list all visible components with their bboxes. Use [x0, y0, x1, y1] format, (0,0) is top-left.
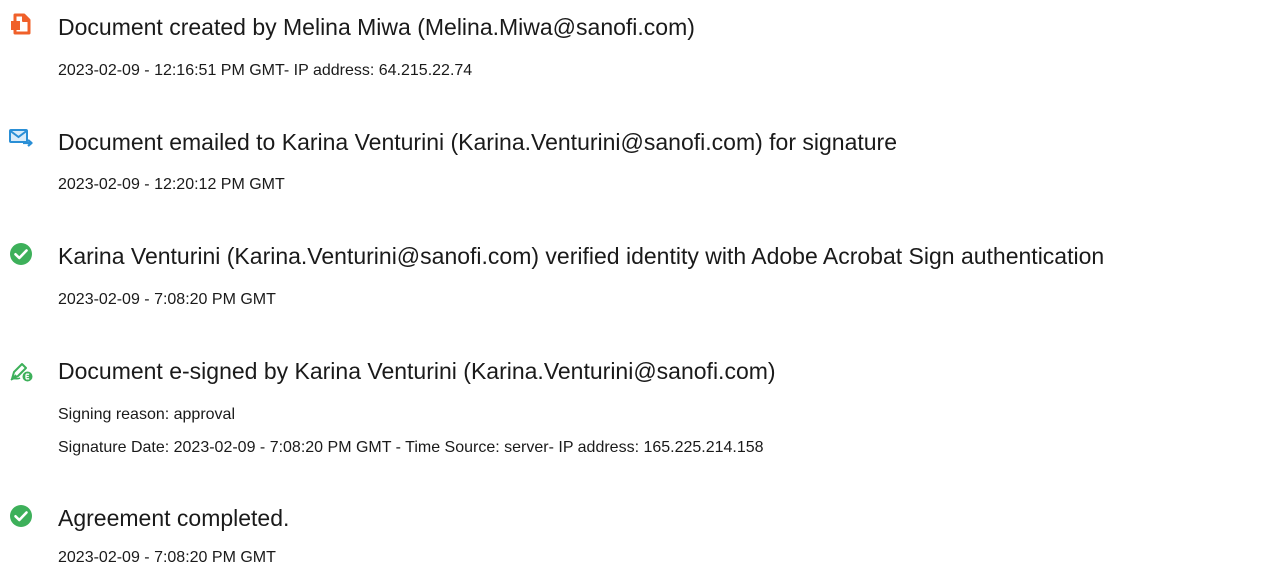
event-signature-date: Signature Date: 2023-02-09 - 7:08:20 PM … — [58, 439, 764, 456]
event-timestamp: 2023-02-09 - 7:08:20 PM GMT — [58, 291, 276, 308]
event-title: Document emailed to Karina Venturini (Ka… — [58, 129, 897, 155]
event-timestamp: 2023-02-09 - 12:20:12 PM GMT — [58, 176, 285, 193]
event-title: Karina Venturini (Karina.Venturini@sanof… — [58, 243, 1105, 269]
audit-event-list: Document created by Melina Miwa (Melina.… — [0, 0, 1282, 569]
document-created-icon — [9, 12, 33, 36]
verified-check-icon — [9, 242, 33, 266]
event-timestamp: 2023-02-09 - 12:16:51 PM GMT- IP address… — [58, 62, 473, 79]
event-title: Agreement completed. — [58, 505, 290, 531]
event-signing-reason: Signing reason: approval — [58, 406, 236, 423]
completed-check-icon — [9, 504, 33, 528]
event-timestamp: 2023-02-09 - 7:08:20 PM GMT — [58, 549, 276, 566]
event-title: Document created by Melina Miwa (Melina.… — [58, 14, 695, 40]
e-sign-pen-icon — [9, 359, 33, 383]
email-sent-icon — [9, 126, 33, 150]
event-title: Document e-signed by Karina Venturini (K… — [58, 358, 776, 384]
